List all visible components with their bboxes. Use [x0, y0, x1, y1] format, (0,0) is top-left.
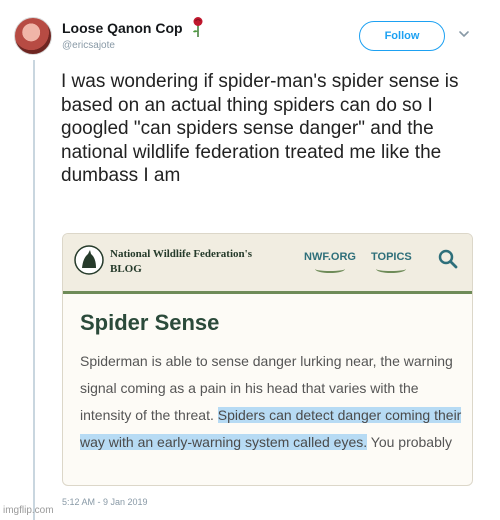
user-handle[interactable]: @ericsajote	[62, 40, 115, 51]
nav-link-topics[interactable]: TOPICS	[371, 251, 412, 273]
screenshot-card[interactable]: National Wildlife Federation's BLOG NWF.…	[62, 233, 473, 486]
watermark: imgflip.com	[3, 505, 54, 516]
tweet-text: I was wondering if spider-man's spider s…	[61, 71, 459, 186]
avatar[interactable]	[14, 17, 52, 55]
article-title: Spider Sense	[80, 310, 220, 335]
nav-underline	[376, 265, 407, 273]
thread-line	[33, 60, 35, 520]
nav-link-label: TOPICS	[371, 251, 412, 263]
chevron-down-icon[interactable]	[457, 27, 471, 41]
blog-header: National Wildlife Federation's BLOG NWF.…	[63, 234, 472, 294]
brand-name: National Wildlife Federation's	[110, 248, 252, 260]
display-name[interactable]: Loose Qanon Cop	[62, 20, 183, 36]
follow-button[interactable]: Follow	[359, 21, 445, 51]
nav-link-label: NWF.ORG	[304, 251, 356, 263]
nwf-logo-icon	[74, 245, 104, 275]
tweet-timestamp[interactable]: 5:12 AM - 9 Jan 2019	[62, 497, 148, 507]
search-icon[interactable]	[438, 249, 458, 269]
brand-blog-label: BLOG	[110, 263, 142, 275]
nav-underline	[314, 265, 345, 273]
nav-link-nwf-org[interactable]: NWF.ORG	[304, 251, 356, 273]
rose-icon	[193, 17, 203, 37]
article-body-tail: You probably	[370, 434, 452, 450]
article-body: Spiderman is able to sense danger lurkin…	[80, 348, 465, 456]
